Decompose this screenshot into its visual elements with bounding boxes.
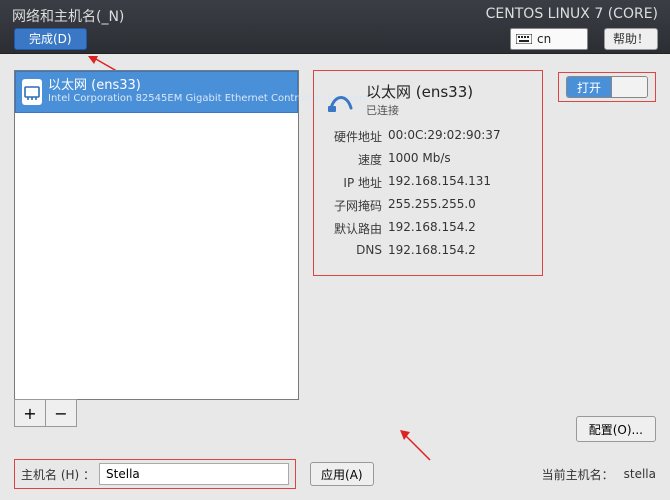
details-key: DNS (324, 243, 382, 257)
keyboard-layout-indicator[interactable]: cn (510, 28, 588, 50)
keyboard-layout-text: cn (537, 32, 551, 46)
details-key: 速度 (324, 151, 382, 168)
toggle-annotation-box: 打开 (558, 72, 656, 102)
details-row: 速度 1000 Mb/s (324, 151, 532, 168)
hostname-input-group: 主机名 (H) ： (14, 459, 296, 489)
details-key: 硬件地址 (324, 128, 382, 145)
nic-list[interactable]: 以太网 (ens33) Intel Corporation 82545EM Gi… (14, 70, 299, 400)
details-value: 192.168.154.2 (388, 220, 532, 237)
details-panel: 以太网 (ens33) 已连接 硬件地址 00:0C:29:02:90:37 速度 1… (313, 70, 543, 276)
hostname-input[interactable] (99, 463, 289, 485)
hostname-row: 主机名 (H) ： 应用(A) 当前主机名： stella (14, 458, 656, 490)
nic-list-panel: 以太网 (ens33) Intel Corporation 82545EM Gi… (14, 70, 299, 427)
connection-toggle[interactable]: 打开 (566, 76, 648, 98)
configure-button[interactable]: 配置(O)... (576, 416, 656, 442)
done-button[interactable]: 完成(D) (14, 28, 87, 50)
details-row: 默认路由 192.168.154.2 (324, 220, 532, 237)
ethernet-large-icon (324, 83, 358, 117)
details-row: 硬件地址 00:0C:29:02:90:37 (324, 128, 532, 145)
details-title: 以太网 (ens33) (366, 81, 473, 102)
current-hostname-label: 当前主机名： (542, 466, 614, 483)
details-row: DNS 192.168.154.2 (324, 243, 532, 257)
details-key: 默认路由 (324, 220, 382, 237)
details-value: 1000 Mb/s (388, 151, 532, 168)
top-bar: 网络和主机名(_N) 完成(D) CENTOS LINUX 7 (CORE) c… (0, 0, 670, 54)
details-row: IP 地址 192.168.154.131 (324, 174, 532, 191)
details-key: IP 地址 (324, 174, 382, 191)
keyboard-icon (515, 33, 533, 45)
nic-list-item[interactable]: 以太网 (ens33) Intel Corporation 82545EM Gi… (15, 71, 298, 113)
toggle-knob (611, 77, 647, 97)
current-hostname-value: stella (624, 467, 656, 481)
content-area: 以太网 (ens33) Intel Corporation 82545EM Gi… (0, 54, 670, 500)
page-title: 网络和主机名(_N) (12, 6, 124, 26)
toggle-label: 打开 (567, 77, 611, 97)
details-row: 子网掩码 255.255.255.0 (324, 197, 532, 214)
details-value: 192.168.154.131 (388, 174, 532, 191)
apply-hostname-button[interactable]: 应用(A) (310, 462, 374, 486)
details-value: 192.168.154.2 (388, 243, 532, 257)
ethernet-icon (22, 79, 42, 105)
details-key: 子网掩码 (324, 197, 382, 214)
details-status: 已连接 (366, 102, 473, 118)
hostname-label: 主机名 (H) ： (21, 466, 95, 483)
help-button[interactable]: 帮助！ (604, 28, 658, 50)
remove-nic-button[interactable]: − (45, 399, 77, 427)
add-nic-button[interactable]: + (14, 399, 46, 427)
add-remove-toolbar: + − (14, 399, 299, 427)
details-value: 00:0C:29:02:90:37 (388, 128, 532, 145)
details-value: 255.255.255.0 (388, 197, 532, 214)
distro-label: CENTOS LINUX 7 (CORE) (486, 6, 658, 22)
